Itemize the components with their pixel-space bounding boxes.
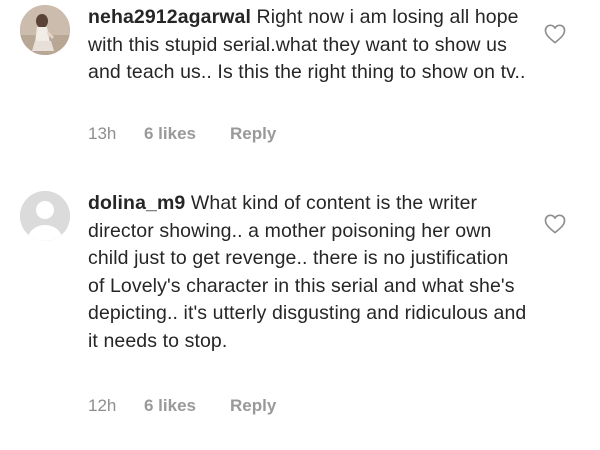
comment-meta: 12h 6 likes Reply: [88, 396, 276, 416]
comment-timestamp: 12h: [88, 396, 117, 415]
comment-text: What kind of content is the writer direc…: [88, 192, 527, 352]
comment-likes[interactable]: 6 likes: [144, 124, 230, 144]
comment-meta: 13h 6 likes Reply: [88, 124, 276, 144]
reply-button[interactable]: Reply: [230, 124, 276, 144]
comment-body: dolina_m9 What kind of content is the wr…: [88, 190, 528, 355]
comment-username[interactable]: neha2912agarwal: [88, 6, 251, 28]
avatar[interactable]: [20, 5, 70, 55]
heart-outline-icon[interactable]: [544, 24, 566, 44]
avatar[interactable]: [20, 191, 70, 241]
profile-photo-icon: [20, 5, 70, 55]
comment-username[interactable]: dolina_m9: [88, 192, 185, 214]
comment-timestamp: 13h: [88, 124, 117, 143]
comment-body: neha2912agarwal Right now i am losing al…: [88, 4, 528, 87]
reply-button[interactable]: Reply: [230, 396, 276, 416]
default-avatar-icon: [20, 191, 70, 241]
heart-outline-icon[interactable]: [544, 214, 566, 234]
comment-likes[interactable]: 6 likes: [144, 396, 230, 416]
